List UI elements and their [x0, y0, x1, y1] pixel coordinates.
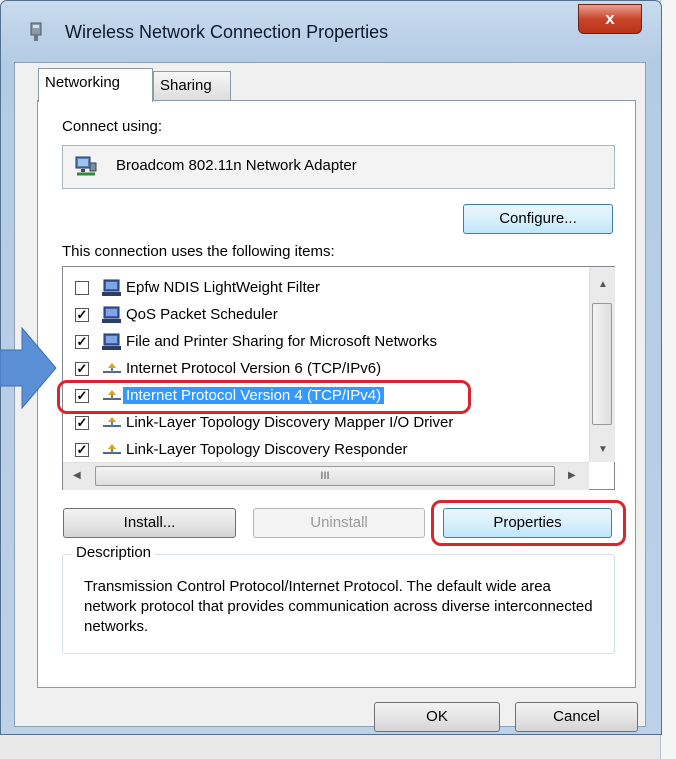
list-item[interactable]: Epfw NDIS LightWeight Filter	[63, 275, 588, 302]
scroll-down-icon[interactable]: ▼	[598, 444, 608, 455]
list-item[interactable]: ✓ QoS Packet Scheduler	[63, 302, 588, 329]
connect-using-label: Connect using:	[62, 118, 163, 135]
close-button[interactable]: x	[578, 4, 642, 34]
protocol-icon	[103, 417, 121, 427]
adapter-name: Broadcom 802.11n Network Adapter	[116, 157, 357, 174]
cancel-button[interactable]: Cancel	[515, 702, 638, 732]
background-window-edge	[660, 0, 676, 759]
scroll-left-icon[interactable]: ◀	[73, 470, 81, 481]
item-label: Internet Protocol Version 6 (TCP/IPv6)	[126, 360, 382, 377]
checkbox[interactable]: ✓	[75, 335, 89, 349]
vertical-scroll-thumb[interactable]	[592, 303, 612, 425]
items-listbox[interactable]: Epfw NDIS LightWeight Filter ✓ QoS Packe…	[62, 266, 615, 490]
title-bar[interactable]: Wireless Network Connection Properties	[1, 1, 661, 65]
list-item[interactable]: ✓ Internet Protocol Version 6 (TCP/IPv6)	[63, 356, 588, 383]
checkbox[interactable]	[75, 281, 89, 295]
protocol-icon	[103, 363, 121, 373]
list-item[interactable]: ✓ Link-Layer Topology Discovery Mapper I…	[63, 410, 588, 437]
item-label: Epfw NDIS LightWeight Filter	[126, 279, 320, 296]
network-service-icon	[102, 279, 121, 296]
description-text: Transmission Control Protocol/Internet P…	[84, 578, 593, 635]
network-service-icon	[102, 333, 121, 350]
vertical-scrollbar[interactable]: ▲ ▼	[589, 267, 615, 462]
description-legend: Description	[72, 544, 156, 561]
network-adapter-icon	[30, 22, 42, 41]
annotation-arrow-icon	[0, 326, 57, 410]
horizontal-scroll-thumb[interactable]: III	[95, 466, 555, 486]
adapter-icon	[75, 156, 97, 176]
checkbox[interactable]: ✓	[75, 443, 89, 457]
item-label: QoS Packet Scheduler	[126, 306, 278, 323]
tab-networking[interactable]: Networking	[38, 68, 153, 102]
tab-sharing[interactable]: Sharing	[153, 71, 231, 101]
configure-button[interactable]: Configure...	[463, 204, 613, 234]
ok-button[interactable]: OK	[374, 702, 500, 732]
network-service-icon	[102, 306, 121, 323]
item-label: Link-Layer Topology Discovery Mapper I/O…	[126, 414, 454, 431]
checkbox[interactable]: ✓	[75, 416, 89, 430]
protocol-icon	[103, 444, 121, 454]
item-label: Link-Layer Topology Discovery Responder	[126, 441, 408, 458]
horizontal-scrollbar[interactable]: ◀ III ▶	[63, 462, 589, 490]
annotation-highlight-ipv4	[57, 380, 471, 414]
item-label: File and Printer Sharing for Microsoft N…	[126, 333, 437, 350]
uninstall-button: Uninstall	[253, 508, 425, 538]
scroll-right-icon[interactable]: ▶	[568, 470, 576, 481]
items-label: This connection uses the following items…	[62, 243, 335, 260]
window-title: Wireless Network Connection Properties	[65, 22, 389, 42]
checkbox[interactable]: ✓	[75, 362, 89, 376]
list-item[interactable]: ✓ File and Printer Sharing for Microsoft…	[63, 329, 588, 356]
checkbox[interactable]: ✓	[75, 308, 89, 322]
scroll-up-icon[interactable]: ▲	[598, 279, 608, 290]
list-item[interactable]: ✓ Link-Layer Topology Discovery Responde…	[63, 437, 588, 464]
annotation-highlight-properties	[431, 500, 626, 546]
install-button[interactable]: Install...	[63, 508, 236, 538]
